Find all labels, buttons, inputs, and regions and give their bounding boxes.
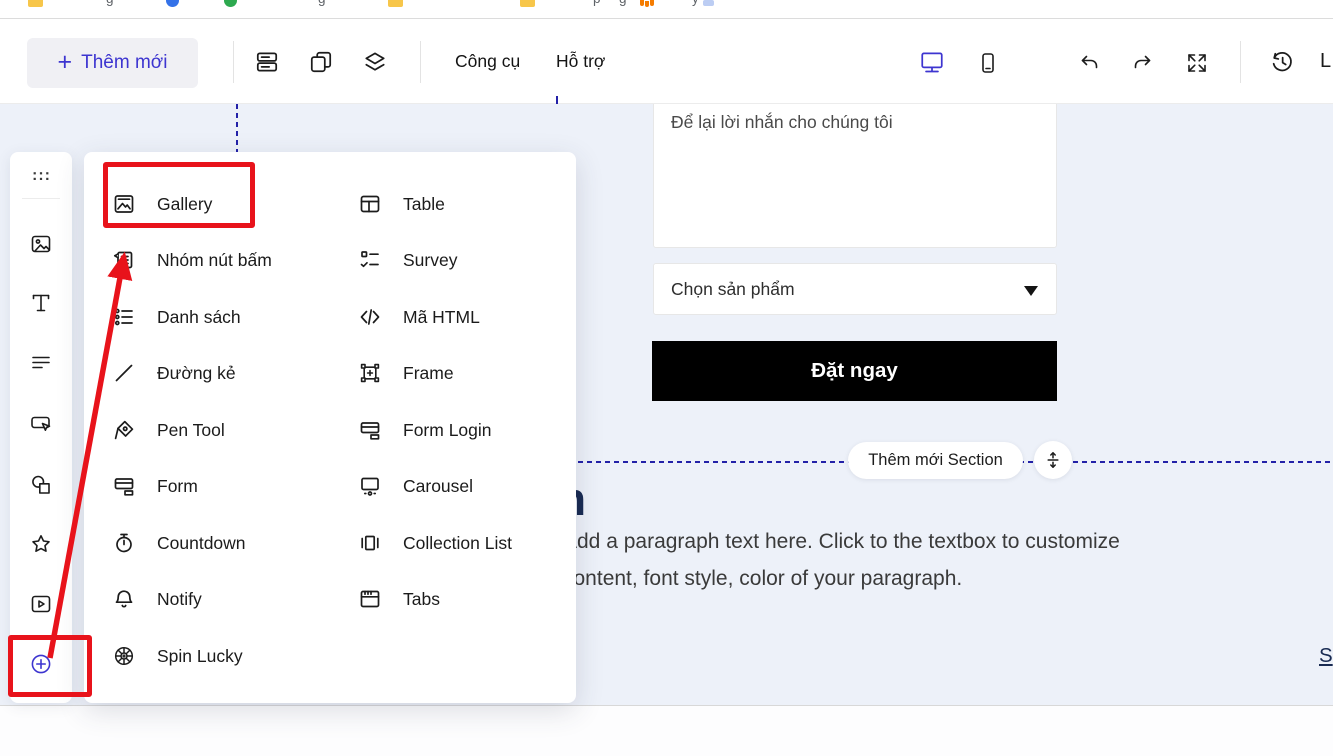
- design-canvas: Để lại lời nhắn cho chúng tôi Chọn sản p…: [0, 104, 1333, 756]
- divider: [233, 41, 234, 83]
- plus-icon: +: [58, 50, 73, 75]
- expand-icon[interactable]: [1185, 50, 1209, 76]
- bookmark-letter: g: [106, 0, 118, 6]
- desktop-icon[interactable]: [919, 49, 945, 75]
- link-fragment[interactable]: S: [1319, 644, 1333, 668]
- flyout-item-countdown[interactable]: Countdown: [112, 527, 246, 559]
- divider: [420, 41, 421, 83]
- chip-icon: [703, 0, 714, 6]
- divider: [1240, 41, 1241, 83]
- text-icon[interactable]: [29, 291, 53, 315]
- flyout-item-html[interactable]: Mã HTML: [358, 301, 480, 333]
- flyout-item-collection-list[interactable]: Collection List: [358, 527, 512, 559]
- drag-handle-icon[interactable]: [29, 164, 53, 188]
- section-resize-button[interactable]: [1034, 441, 1072, 479]
- flyout-item-table[interactable]: Table: [358, 188, 445, 220]
- flyout-item-list[interactable]: Danh sách: [112, 301, 241, 333]
- editor-toolbar: + Thêm mới Công cụ Hỗ trợ L: [0, 19, 1333, 104]
- countdown-icon: [112, 531, 136, 555]
- flyout-item-pen-tool[interactable]: Pen Tool: [112, 414, 225, 446]
- product-select[interactable]: Chọn sản phẩm: [653, 263, 1057, 315]
- add-element-icon[interactable]: [29, 652, 53, 676]
- form-login-icon: [358, 418, 382, 442]
- globe-icon: [166, 0, 179, 7]
- history-icon[interactable]: [1269, 49, 1295, 75]
- flyout-item-gallery[interactable]: Gallery: [112, 188, 212, 220]
- survey-icon: [358, 248, 382, 272]
- star-icon[interactable]: [29, 532, 53, 556]
- browser-bookmarks-strip: g g p g y: [0, 0, 1333, 19]
- form-icon: [112, 474, 136, 498]
- folder-icon: [388, 0, 403, 7]
- bookmark-letter: g: [318, 0, 330, 6]
- pen-tool-icon: [112, 418, 136, 442]
- message-textarea[interactable]: Để lại lời nhắn cho chúng tôi: [653, 104, 1057, 248]
- button-group-icon: [112, 248, 136, 272]
- order-now-button[interactable]: Đặt ngay: [652, 341, 1057, 401]
- paragraph-icon[interactable]: [29, 351, 53, 375]
- html-icon: [358, 305, 382, 329]
- message-placeholder: Để lại lời nhắn cho chúng tôi: [671, 112, 893, 132]
- notify-icon: [112, 587, 136, 611]
- guide-dash: [556, 96, 558, 104]
- video-icon[interactable]: [29, 592, 53, 616]
- flyout-item-survey[interactable]: Survey: [358, 244, 457, 276]
- mobile-icon[interactable]: [976, 50, 1000, 76]
- flyout-item-line[interactable]: Đường kẻ: [112, 357, 236, 389]
- add-new-label: Thêm mới: [81, 52, 167, 74]
- duplicate-icon[interactable]: [308, 49, 334, 75]
- flyout-item-spin-lucky[interactable]: Spin Lucky: [112, 640, 243, 672]
- folder-icon: [28, 0, 43, 7]
- flyout-item-button-group[interactable]: Nhóm nút bấm: [112, 244, 272, 276]
- element-sidebar: [10, 152, 72, 703]
- shapes-icon[interactable]: [29, 473, 53, 497]
- paragraph-line[interactable]: content, font style, color of your parag…: [563, 567, 1263, 591]
- sections-icon[interactable]: [254, 49, 280, 75]
- list-icon: [112, 305, 136, 329]
- flyout-item-notify[interactable]: Notify: [112, 583, 202, 615]
- redo-icon[interactable]: [1131, 50, 1155, 76]
- circle-icon: [224, 0, 237, 7]
- frame-icon: [358, 361, 382, 385]
- folder-icon: [520, 0, 535, 7]
- save-button-fragment[interactable]: L: [1320, 50, 1331, 73]
- menu-tools[interactable]: Công cụ: [455, 51, 520, 72]
- add-section-label: Thêm mới Section: [868, 451, 1003, 470]
- page-builder-app: g g p g y + Thêm mới Công cụ Hỗ trợ: [0, 0, 1333, 756]
- layers-icon[interactable]: [362, 49, 388, 75]
- image-icon[interactable]: [29, 232, 53, 256]
- bookmark-letter: p: [593, 0, 605, 6]
- line-icon: [112, 361, 136, 385]
- flyout-item-frame[interactable]: Frame: [358, 357, 454, 389]
- flyout-item-form-login[interactable]: Form Login: [358, 414, 492, 446]
- flyout-item-form[interactable]: Form: [112, 470, 198, 502]
- spin-lucky-icon: [112, 644, 136, 668]
- undo-icon[interactable]: [1077, 50, 1101, 76]
- flyout-item-carousel[interactable]: Carousel: [358, 470, 473, 502]
- add-section-button[interactable]: Thêm mới Section: [848, 442, 1023, 479]
- next-page-section: [0, 705, 1333, 756]
- paragraph-line[interactable]: Add a paragraph text here. Click to the …: [563, 530, 1263, 554]
- collection-list-icon: [358, 531, 382, 555]
- tabs-icon: [358, 587, 382, 611]
- table-icon: [358, 192, 382, 216]
- button-icon[interactable]: [29, 412, 53, 436]
- bookmark-letter: g: [619, 0, 631, 6]
- carousel-icon: [358, 474, 382, 498]
- dots-icon: [640, 0, 654, 7]
- resize-vertical-icon: [1044, 451, 1062, 469]
- menu-support[interactable]: Hỗ trợ: [556, 51, 605, 72]
- divider: [22, 198, 60, 199]
- gallery-icon: [112, 192, 136, 216]
- caret-down-icon: [1024, 286, 1038, 296]
- flyout-item-tabs[interactable]: Tabs: [358, 583, 440, 615]
- add-new-button[interactable]: + Thêm mới: [27, 38, 198, 88]
- element-flyout-menu: Gallery Nhóm nút bấm Danh sách Đường kẻ …: [84, 152, 576, 703]
- product-select-placeholder: Chọn sản phẩm: [671, 279, 795, 300]
